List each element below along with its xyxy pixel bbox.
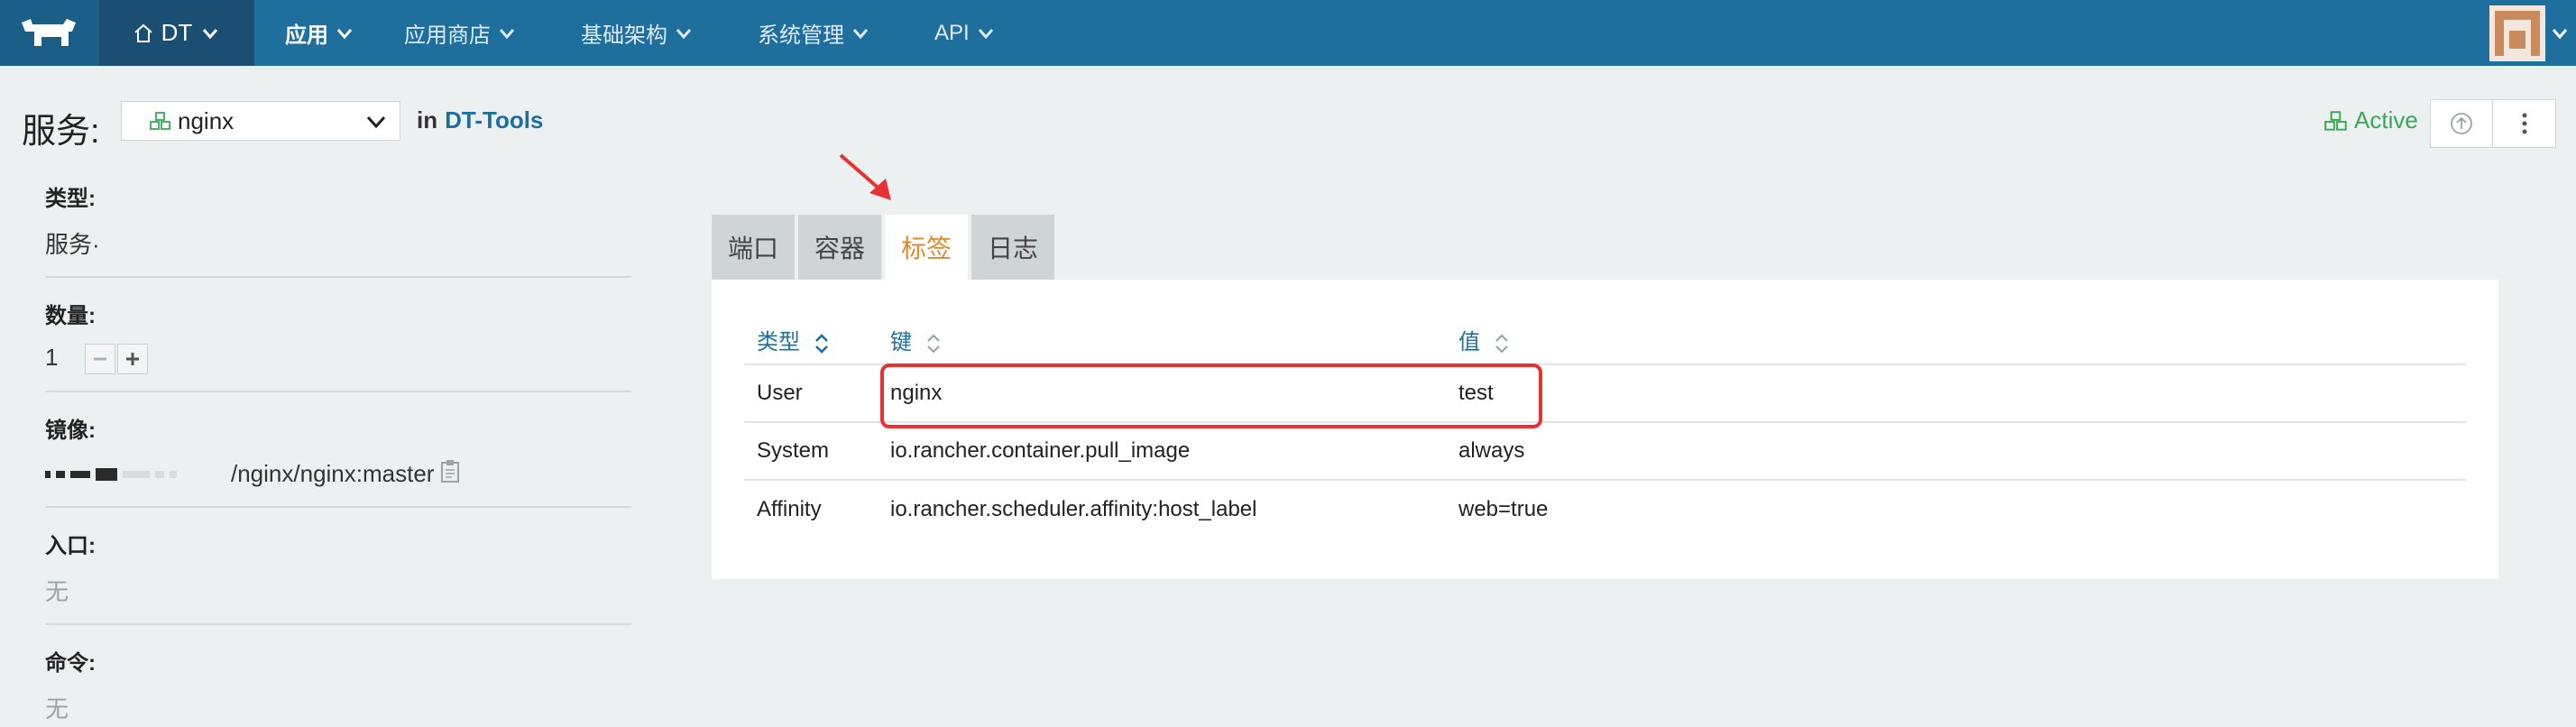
nav-item-label: 应用商店 bbox=[404, 23, 491, 48]
environment-label: DT bbox=[161, 19, 193, 46]
scale-stepper bbox=[84, 344, 148, 375]
chevron-down-icon bbox=[203, 28, 218, 39]
status-badge: Active bbox=[2323, 106, 2418, 134]
in-prefix: in bbox=[417, 106, 438, 133]
identicon-icon bbox=[2489, 5, 2545, 61]
nav-item-admin[interactable]: 系统管理 bbox=[758, 0, 871, 66]
service-cubes-icon bbox=[2324, 110, 2347, 131]
label-key-cell: nginx bbox=[890, 364, 1458, 422]
nav-item-label: API bbox=[934, 20, 970, 45]
image-value: /nginx/nginx:master bbox=[231, 460, 435, 488]
chevron-down-icon bbox=[366, 115, 386, 129]
type-label: 类型: bbox=[45, 187, 96, 211]
label-value-cell: test bbox=[1458, 364, 2466, 422]
column-header-label: 键 bbox=[890, 330, 912, 354]
chevron-down-icon bbox=[852, 28, 869, 39]
nav-item-api[interactable]: API bbox=[934, 0, 997, 66]
labels-card: 类型 键 值 User nginx test System io.rancher… bbox=[712, 280, 2498, 579]
stack-link[interactable]: DT-Tools bbox=[445, 106, 543, 134]
home-icon bbox=[133, 23, 152, 42]
command-value: 无 bbox=[45, 695, 69, 723]
service-info-panel: 类型: 服务· 数量: 1 镜像: /nginx/nginx:master 入口… bbox=[45, 180, 631, 727]
column-header-label: 值 bbox=[1458, 330, 1480, 354]
nav-item-label: 系统管理 bbox=[758, 23, 844, 48]
copy-image-button[interactable] bbox=[439, 458, 461, 490]
chevron-down-icon bbox=[499, 28, 515, 39]
kebab-menu-icon bbox=[2522, 113, 2526, 134]
redacted-registry bbox=[45, 467, 225, 481]
chevron-down-icon bbox=[336, 28, 353, 39]
more-actions-button[interactable] bbox=[2493, 99, 2556, 148]
nav-item-apps[interactable]: 应用 bbox=[285, 0, 355, 66]
upgrade-button[interactable] bbox=[2430, 99, 2493, 148]
label-value-cell: always bbox=[1458, 421, 2466, 480]
command-label: 命令: bbox=[45, 651, 96, 676]
page-title: 服务: bbox=[22, 113, 100, 151]
chevron-down-icon bbox=[978, 28, 993, 39]
column-header-type[interactable]: 类型 bbox=[744, 316, 890, 364]
rancher-logo[interactable] bbox=[0, 0, 99, 66]
nav-item-catalog[interactable]: 应用商店 bbox=[404, 0, 518, 66]
status-text: Active bbox=[2354, 106, 2418, 133]
scale-row: 1 bbox=[45, 344, 631, 375]
nav-item-label: 应用 bbox=[285, 23, 328, 48]
decrease-scale-button[interactable] bbox=[84, 344, 115, 375]
chevron-down-icon bbox=[676, 28, 692, 39]
table-row: User nginx test bbox=[744, 364, 2466, 422]
image-section: 镜像: /nginx/nginx:master bbox=[45, 412, 631, 509]
service-tabs: 端口 容器 标签 日志 bbox=[712, 215, 1055, 280]
annotation-arrow-icon bbox=[839, 153, 891, 200]
scale-label: 数量: bbox=[45, 304, 96, 328]
label-value-cell: web=true bbox=[1458, 479, 2466, 538]
type-section: 类型: 服务· bbox=[45, 180, 631, 278]
tab-containers[interactable]: 容器 bbox=[798, 215, 882, 280]
stack-context: in DT-Tools bbox=[417, 106, 543, 134]
column-header-label: 类型 bbox=[757, 330, 800, 354]
environment-switcher[interactable]: DT bbox=[99, 0, 254, 66]
scale-section: 数量: 1 bbox=[45, 298, 631, 393]
label-type-cell: User bbox=[744, 364, 890, 422]
sort-icon bbox=[1495, 334, 1508, 354]
table-header-row: 类型 键 值 bbox=[744, 316, 2466, 364]
avatar bbox=[2489, 5, 2545, 61]
tab-ports[interactable]: 端口 bbox=[712, 215, 796, 280]
image-label: 镜像: bbox=[45, 419, 96, 444]
type-value: 服务· bbox=[45, 231, 100, 258]
upgrade-icon bbox=[2451, 113, 2472, 134]
command-section: 命令: 无 bbox=[45, 645, 631, 727]
entry-value: 无 bbox=[45, 578, 69, 606]
clipboard-icon bbox=[441, 460, 460, 483]
column-header-value[interactable]: 值 bbox=[1458, 316, 2466, 364]
label-type-cell: Affinity bbox=[744, 479, 890, 538]
sort-icon bbox=[926, 334, 940, 354]
label-key-cell: io.rancher.scheduler.affinity:host_label bbox=[890, 479, 1458, 538]
service-select[interactable]: nginx bbox=[121, 101, 400, 141]
entry-label: 入口: bbox=[45, 534, 96, 559]
labels-table: 类型 键 值 User nginx test System io.rancher… bbox=[744, 316, 2466, 538]
column-header-key[interactable]: 键 bbox=[890, 316, 1458, 364]
action-buttons bbox=[2430, 99, 2556, 148]
service-cubes-icon bbox=[150, 112, 170, 130]
plus-icon bbox=[125, 353, 139, 366]
chevron-down-icon bbox=[2552, 28, 2568, 39]
label-key-cell: io.rancher.container.pull_image bbox=[890, 421, 1458, 480]
rancher-logo-icon bbox=[22, 18, 76, 46]
increase-scale-button[interactable] bbox=[116, 344, 148, 375]
label-type-cell: System bbox=[744, 421, 890, 480]
top-nav-bar: DT 应用 应用商店 基础架构 系统管理 API bbox=[0, 0, 2576, 66]
tab-logs[interactable]: 日志 bbox=[971, 215, 1055, 280]
scale-value: 1 bbox=[45, 344, 59, 371]
image-row: /nginx/nginx:master bbox=[45, 458, 631, 490]
tab-labels[interactable]: 标签 bbox=[885, 215, 969, 280]
table-row: System io.rancher.container.pull_image a… bbox=[744, 421, 2466, 480]
nav-item-label: 基础架构 bbox=[581, 23, 667, 48]
minus-icon bbox=[93, 357, 106, 361]
nav-item-infrastructure[interactable]: 基础架构 bbox=[581, 0, 695, 66]
table-row: Affinity io.rancher.scheduler.affinity:h… bbox=[744, 479, 2466, 538]
sort-asc-icon bbox=[814, 333, 828, 354]
user-menu[interactable] bbox=[2486, 0, 2576, 66]
service-select-value: nginx bbox=[178, 106, 235, 134]
entry-section: 入口: 无 bbox=[45, 528, 631, 626]
